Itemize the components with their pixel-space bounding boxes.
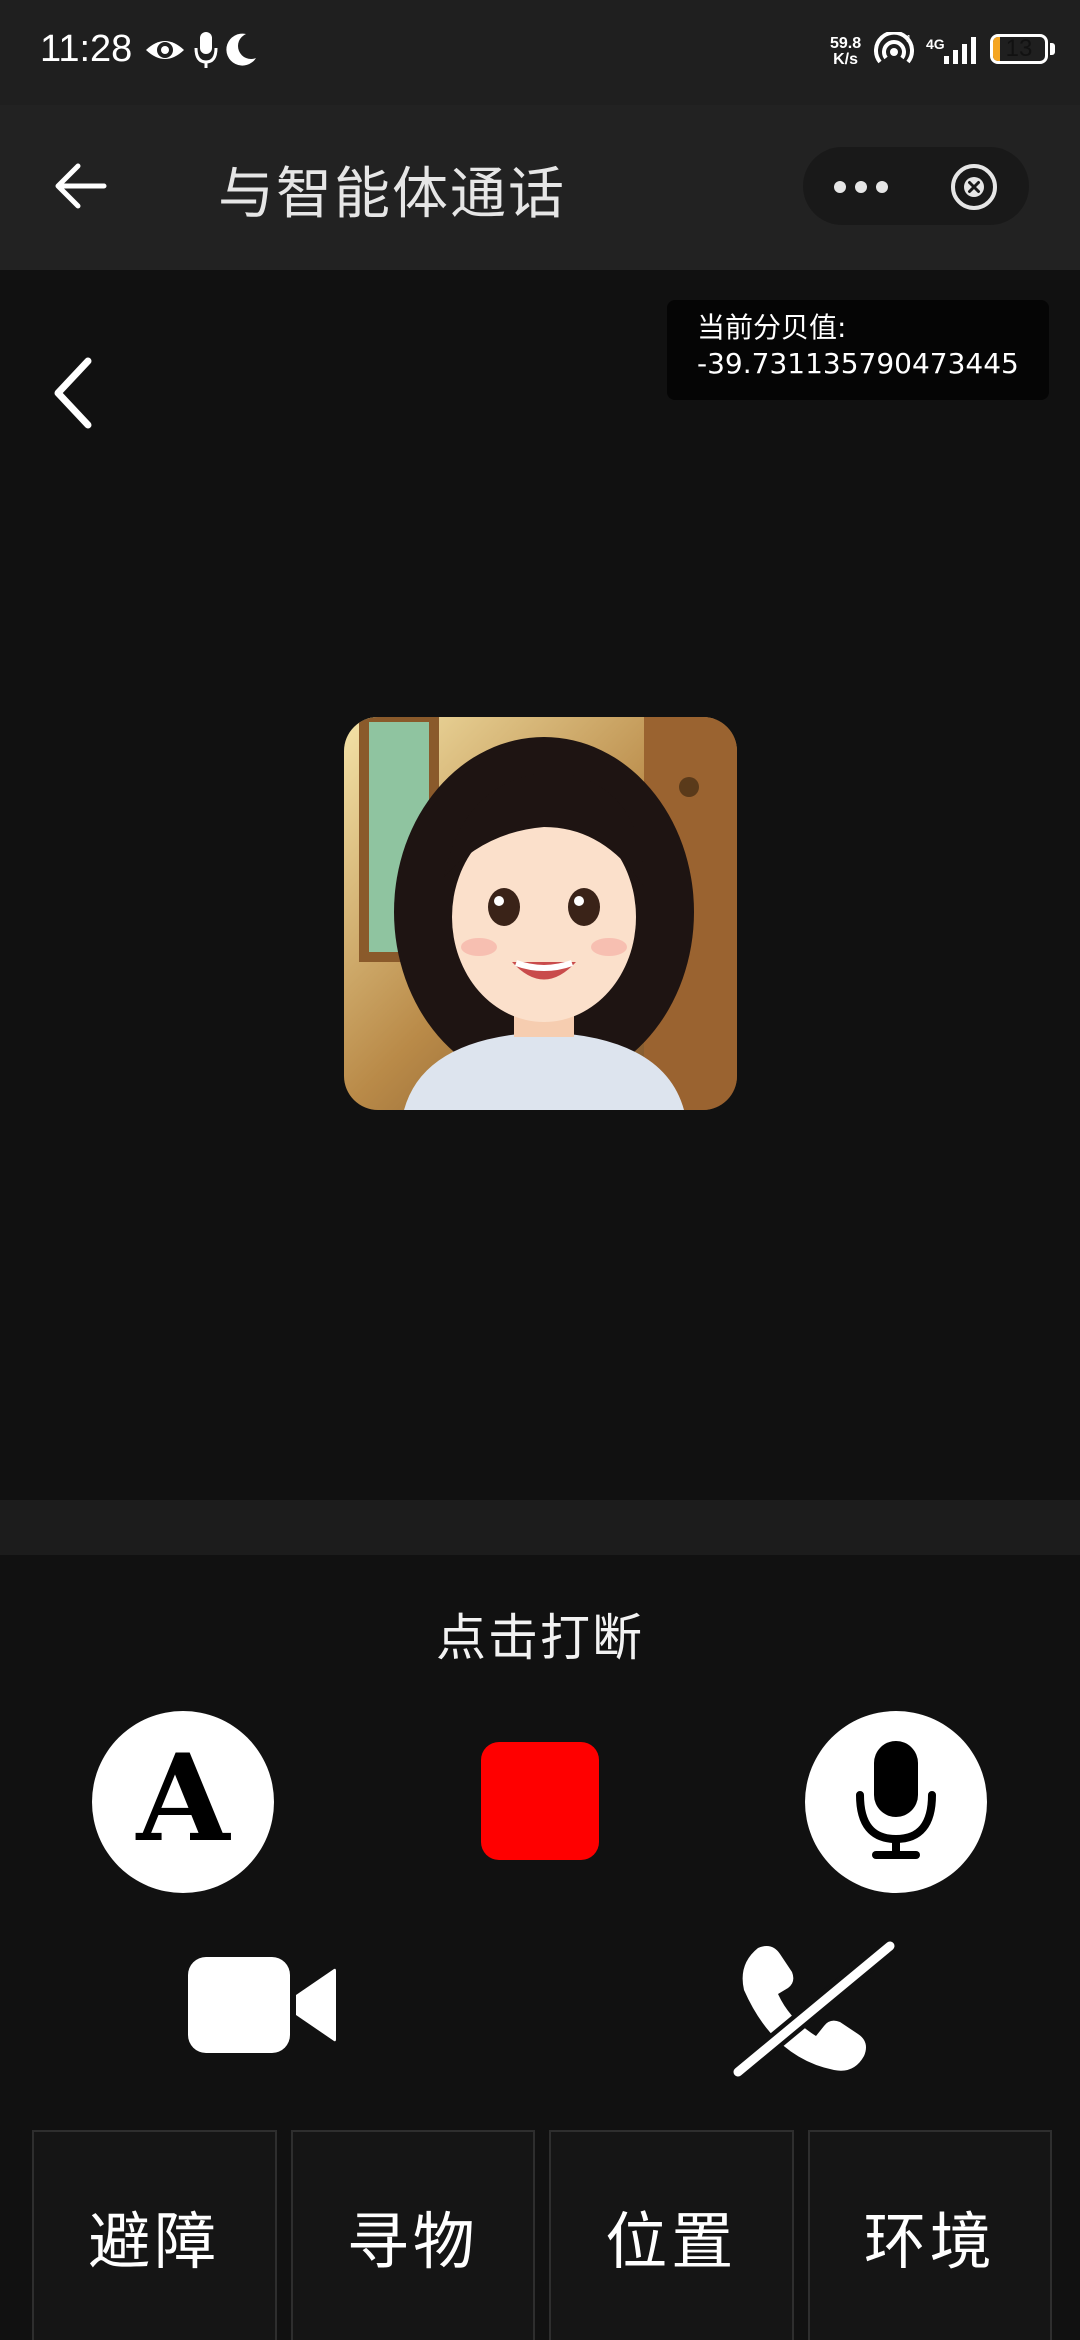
mic-status-icon — [194, 30, 218, 74]
decibel-label: 当前分贝值: — [697, 311, 847, 344]
agent-avatar — [344, 717, 737, 1110]
net-speed: 59.8 K/s — [830, 36, 861, 68]
tab-environment[interactable]: 环境 — [807, 2130, 1052, 2340]
decibel-value: -39.731135790473445 — [697, 347, 1019, 380]
chevron-left-icon[interactable] — [50, 355, 94, 435]
eye-icon — [144, 30, 186, 74]
back-arrow-icon[interactable] — [52, 161, 108, 215]
svg-text:1: 1 — [906, 34, 912, 45]
hotspot-icon: 1 — [874, 30, 914, 72]
divider-band — [0, 1500, 1080, 1555]
mic-icon — [848, 1735, 944, 1869]
video-button[interactable] — [186, 1955, 338, 2059]
stop-button[interactable] — [481, 1742, 599, 1860]
tab-location[interactable]: 位置 — [549, 2130, 794, 2340]
more-icon[interactable] — [833, 179, 889, 198]
battery-tip — [1050, 43, 1055, 55]
signal-icon — [940, 34, 984, 70]
status-bar: 11:28 59.8 K/s 1 4G 13 — [0, 0, 1080, 105]
mic-button[interactable] — [805, 1711, 987, 1893]
header-bar: 与智能体通话 — [0, 105, 1080, 270]
net-speed-unit: K/s — [833, 51, 859, 68]
battery-level: 13 — [1005, 35, 1033, 62]
hang-up-button[interactable] — [729, 1937, 900, 2084]
decibel-display: 当前分贝值: -39.731135790473445 — [667, 300, 1049, 400]
status-time: 11:28 — [40, 28, 133, 70]
call-controls: 点击打断 A 避障 寻物 位置 环境 — [0, 1555, 1080, 2340]
net-speed-value: 59.8 — [830, 35, 862, 52]
moon-icon — [226, 30, 258, 74]
page-title: 与智能体通话 — [218, 162, 566, 227]
video-camera-icon — [186, 1957, 338, 2059]
mini-program-capsule — [803, 147, 1029, 225]
tab-find-object[interactable]: 寻物 — [290, 2130, 535, 2340]
hang-up-icon — [729, 1937, 900, 2084]
text-mode-button[interactable]: A — [92, 1711, 274, 1893]
interrupt-hint[interactable]: 点击打断 — [0, 1598, 1080, 1670]
function-tabs: 避障 寻物 位置 环境 — [32, 2130, 1052, 2340]
battery-indicator: 13 — [990, 34, 1048, 64]
call-view: 当前分贝值: -39.731135790473445 — [0, 270, 1080, 1500]
close-circle-icon[interactable] — [949, 162, 999, 216]
font-icon: A — [136, 1728, 230, 1869]
tab-obstacle-avoidance[interactable]: 避障 — [32, 2130, 277, 2340]
